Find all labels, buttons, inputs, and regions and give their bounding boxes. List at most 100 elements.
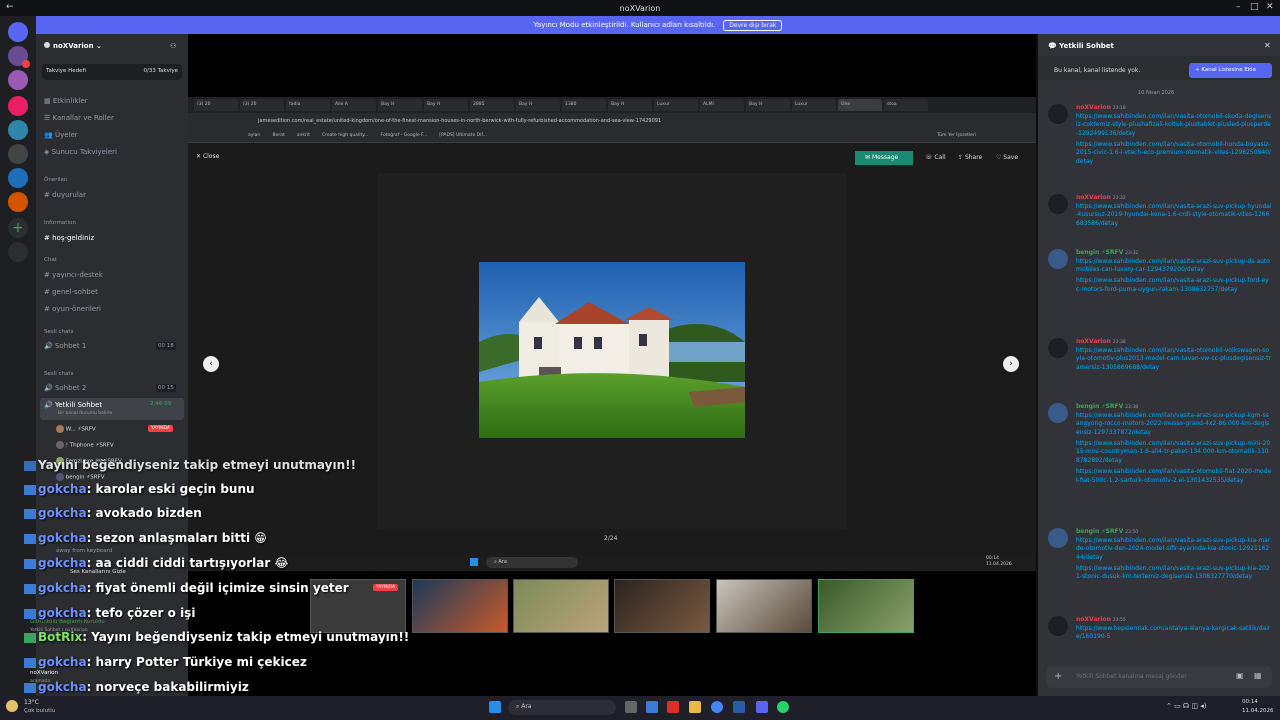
- server-icon[interactable]: [8, 192, 28, 212]
- bookmark-all[interactable]: Tüm Yer İşaretleri: [937, 133, 976, 138]
- discord-home-icon[interactable]: [8, 22, 28, 42]
- channel-genel-sohbet[interactable]: # genel-sohbet: [44, 288, 98, 296]
- voice-channel-sohbet-1[interactable]: 🔊 Sohbet 1: [44, 342, 86, 350]
- menu-events[interactable]: ▦ Etkinlikler: [44, 97, 88, 105]
- add-attachment-icon[interactable]: +: [1054, 671, 1062, 682]
- bookmark[interactable]: Berat: [273, 133, 285, 138]
- close-chat-icon[interactable]: ✕: [1264, 41, 1271, 50]
- browser-tab[interactable]: Bay H: [746, 99, 790, 111]
- invite-icon[interactable]: ⚇: [170, 42, 176, 50]
- browser-tab[interactable]: 2885: [470, 99, 514, 111]
- server-icon[interactable]: [8, 144, 28, 164]
- avatar[interactable]: [1048, 528, 1068, 548]
- gallery-prev-button[interactable]: ‹: [203, 356, 219, 372]
- voice-user[interactable]: ! Thphone ⚡SRFV: [56, 441, 114, 449]
- current-user-name[interactable]: noXVarion: [30, 670, 58, 676]
- message-author[interactable]: bengin ⚡SRFV: [1076, 528, 1123, 535]
- explore-icon[interactable]: [8, 242, 28, 262]
- category-voice[interactable]: Sesli chats: [44, 329, 73, 335]
- add-to-channel-list-button[interactable]: + Kanal Listesine Ekle: [1189, 63, 1272, 78]
- voice-channel-sohbet-2[interactable]: 🔊 Sohbet 2: [44, 384, 86, 392]
- file-explorer-icon[interactable]: [689, 701, 701, 713]
- message-link[interactable]: https://www.sahibinden.com/ilan/vasita-a…: [1076, 440, 1272, 466]
- gallery-close-button[interactable]: ✕ Close: [196, 153, 219, 160]
- message-link[interactable]: https://www.sahibinden.com/ilan/vasita-a…: [1076, 537, 1272, 563]
- gallery-next-button[interactable]: ›: [1003, 356, 1019, 372]
- bookmark[interactable]: ankrit: [297, 133, 310, 138]
- webcam-tile[interactable]: [614, 579, 710, 633]
- server-icon[interactable]: [8, 168, 28, 188]
- discord-icon[interactable]: [756, 701, 768, 713]
- message-link[interactable]: https://www.sahibinden.com/ilan/vasita-a…: [1076, 277, 1272, 294]
- bookmark[interactable]: Create high quality...: [322, 133, 369, 138]
- share-button[interactable]: ⇪ Share: [958, 154, 982, 161]
- browser-tab-active[interactable]: One: [838, 99, 882, 111]
- browser-tab[interactable]: 1380: [562, 99, 606, 111]
- message-author[interactable]: noXVarion: [1076, 338, 1111, 345]
- browser-tab[interactable]: Aile A: [332, 99, 376, 111]
- browser-tab[interactable]: stoa: [884, 99, 928, 111]
- server-icon[interactable]: [8, 120, 28, 140]
- message-link[interactable]: https://www.sahibinden.com/ilan/vasita-o…: [1076, 113, 1272, 139]
- webcam-tile-speaking[interactable]: [818, 579, 914, 633]
- browser-tab[interactable]: ALMI: [700, 99, 744, 111]
- message-button[interactable]: ✉ Message: [855, 151, 913, 165]
- webcam-tile[interactable]: [412, 579, 508, 633]
- avatar[interactable]: [1048, 249, 1068, 269]
- avatar[interactable]: [1048, 616, 1068, 636]
- server-name[interactable]: noXVarion ⌄: [44, 42, 102, 50]
- edge-icon[interactable]: [646, 701, 658, 713]
- browser-tab[interactable]: Luxur: [792, 99, 836, 111]
- server-icon[interactable]: [8, 70, 28, 90]
- message-link[interactable]: https://www.sahibinden.com/ilan/vasita-o…: [1076, 141, 1272, 167]
- chrome-icon[interactable]: [711, 701, 723, 713]
- voice-user[interactable]: bengin ⚡SRFV: [56, 473, 104, 481]
- call-button[interactable]: ☏ Call: [925, 154, 946, 161]
- server-icon[interactable]: [8, 96, 28, 116]
- browser-tab[interactable]: Bay H: [516, 99, 560, 111]
- whatsapp-icon[interactable]: [777, 701, 789, 713]
- channel-yayinci-destek[interactable]: # yayıncı-destek: [44, 271, 103, 279]
- channel-duyurular[interactable]: # duyurular: [44, 191, 86, 199]
- message-composer[interactable]: + Yetkili Sohbet kanalına mesaj gönder ▣…: [1046, 666, 1272, 688]
- close-button[interactable]: ✕: [1266, 2, 1274, 12]
- opera-icon[interactable]: [667, 701, 679, 713]
- taskbar-search[interactable]: ⌕ Ara: [508, 700, 616, 715]
- message-author[interactable]: noXVarion: [1076, 194, 1111, 201]
- menu-boosts[interactable]: ◈ Sunucu Takviyeleri: [44, 148, 117, 156]
- message-author[interactable]: noXVarion: [1076, 616, 1111, 623]
- address-bar[interactable]: jamesedition.com/real_estate/united-king…: [188, 113, 1036, 129]
- message-link[interactable]: https://www.sahibinden.com/ilan/vasita-a…: [1076, 258, 1272, 275]
- browser-tab[interactable]: Bay H: [378, 99, 422, 111]
- channel-hos-geldiniz[interactable]: # hoş-geldiniz: [44, 234, 94, 242]
- minimize-button[interactable]: –: [1236, 2, 1241, 12]
- taskbar-time[interactable]: 00:14: [1242, 699, 1258, 705]
- save-button[interactable]: ♡ Save: [996, 154, 1018, 161]
- message-link[interactable]: https://www.sahibinden.com/ilan/vasita-a…: [1076, 565, 1272, 582]
- bookmark[interactable]: [PADS] Ultimate Dif...: [439, 133, 487, 138]
- task-view-icon[interactable]: [625, 701, 637, 713]
- avatar[interactable]: [1048, 104, 1068, 124]
- menu-channels-roles[interactable]: ☰ Kanallar ve Roller: [44, 114, 114, 122]
- message-author[interactable]: bengin ⚡SRFV: [1076, 249, 1123, 256]
- message-link[interactable]: https://www.sahibinden.com/ilan/vasita-a…: [1076, 412, 1272, 438]
- avatar[interactable]: [1048, 338, 1068, 358]
- webcam-tile[interactable]: [513, 579, 609, 633]
- category-chat[interactable]: Chat: [44, 257, 57, 263]
- category-featured[interactable]: Önerilen: [44, 177, 67, 183]
- voice-user[interactable]: W... ⚡SRFV: [56, 425, 96, 433]
- back-icon[interactable]: ←: [6, 2, 14, 12]
- taskbar-date[interactable]: 11.04.2026: [1242, 708, 1274, 714]
- maximize-button[interactable]: □: [1250, 2, 1259, 12]
- category-voice-2[interactable]: Sesli chats: [44, 371, 73, 377]
- message-link[interactable]: https://www.sahibinden.com/ilan/vasita-o…: [1076, 468, 1272, 485]
- tray-icons[interactable]: ⌃ ▭ ☊ ◫ ◂): [1166, 702, 1206, 710]
- windows-start-icon[interactable]: [489, 701, 501, 713]
- webcam-tile[interactable]: [716, 579, 812, 633]
- message-author[interactable]: bengin ⚡SRFV: [1076, 403, 1123, 410]
- browser-tab[interactable]: Bay H: [608, 99, 652, 111]
- channel-oyun-onerileri[interactable]: # oyun-önerileri: [44, 305, 101, 313]
- avatar[interactable]: [1048, 403, 1068, 423]
- bookmark[interactable]: ayları: [248, 133, 261, 138]
- browser-tab[interactable]: tadia: [286, 99, 330, 111]
